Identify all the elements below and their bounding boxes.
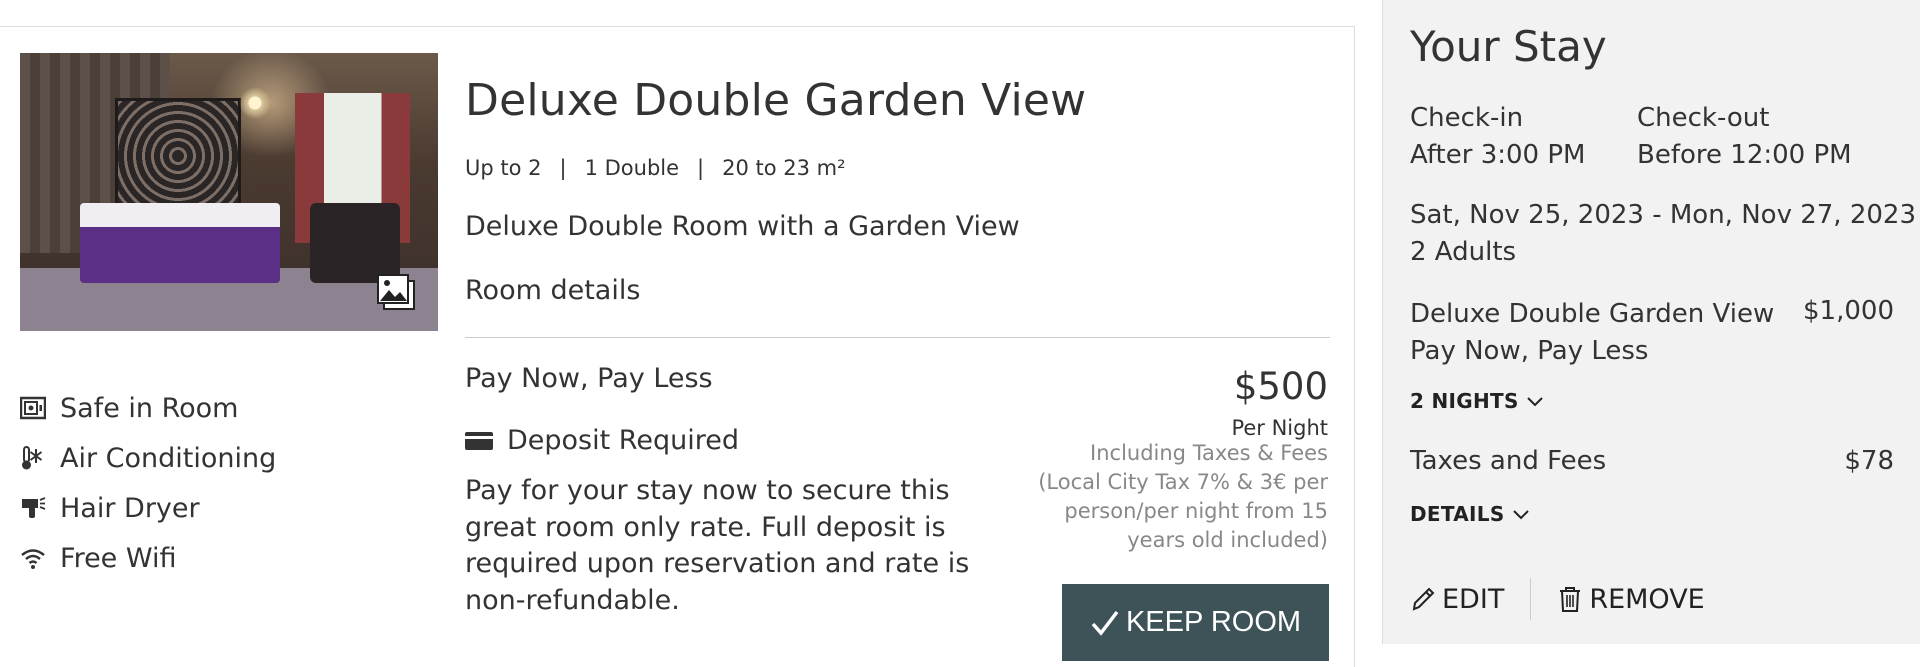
chevron-down-icon bbox=[1512, 510, 1529, 520]
stay-dates: Sat, Nov 25, 2023 - Mon, Nov 27, 2023 bbox=[1410, 200, 1916, 230]
details-toggle[interactable]: DETAILS bbox=[1410, 502, 1529, 526]
room-line: Deluxe Double Garden View Pay Now, Pay L… bbox=[1410, 296, 1774, 370]
remove-label: REMOVE bbox=[1589, 583, 1705, 615]
safe-icon bbox=[20, 396, 46, 420]
checkout-block: Check-out Before 12:00 PM bbox=[1637, 100, 1852, 174]
checkmark-icon bbox=[1091, 610, 1119, 636]
thermometer-snowflake-icon bbox=[22, 446, 43, 470]
price-block: $500 Per Night bbox=[1231, 365, 1328, 440]
pencil-icon bbox=[1412, 587, 1435, 611]
amenity-label: Hair Dryer bbox=[60, 492, 200, 524]
nights-toggle[interactable]: 2 NIGHTS bbox=[1410, 389, 1543, 413]
divider bbox=[465, 337, 1330, 338]
amenity-wifi: Free Wifi bbox=[20, 533, 276, 583]
amenity-safe: Safe in Room bbox=[20, 383, 276, 433]
credit-card-icon bbox=[465, 431, 493, 450]
guest-count: 2 Adults bbox=[1410, 237, 1517, 267]
gallery-icon[interactable] bbox=[376, 273, 416, 311]
hair-dryer-icon bbox=[22, 497, 46, 518]
tax-note: Including Taxes & Fees (Local City Tax 7… bbox=[1038, 441, 1328, 552]
stay-summary: Your Stay Check-in After 3:00 PM Check-o… bbox=[1382, 0, 1920, 644]
checkout-label: Check-out bbox=[1637, 103, 1770, 133]
photo-bed bbox=[80, 203, 280, 283]
edit-label: EDIT bbox=[1442, 583, 1505, 615]
room-details-link[interactable]: Room details bbox=[465, 275, 640, 306]
room-card: Safe in Room Air Conditioning Hair Dryer bbox=[0, 26, 1355, 667]
amenities-list: Safe in Room Air Conditioning Hair Dryer bbox=[20, 383, 276, 583]
amenity-label: Air Conditioning bbox=[60, 442, 277, 474]
stay-dates-block: Sat, Nov 25, 2023 - Mon, Nov 27, 2023 2 … bbox=[1410, 197, 1916, 271]
meta-separator: | bbox=[697, 156, 705, 180]
deposit-label: Deposit Required bbox=[507, 425, 739, 456]
details-toggle-label: DETAILS bbox=[1410, 502, 1505, 526]
meta-separator: | bbox=[559, 156, 567, 180]
amenity-hair-dryer: Hair Dryer bbox=[20, 483, 276, 533]
amenity-label: Free Wifi bbox=[60, 542, 177, 574]
price-amount: $500 bbox=[1233, 365, 1328, 408]
remove-button[interactable]: REMOVE bbox=[1557, 583, 1705, 615]
room-title: Deluxe Double Garden View bbox=[465, 75, 1087, 126]
taxes-price: $78 bbox=[1844, 446, 1894, 476]
summary-rate-name: Pay Now, Pay Less bbox=[1410, 336, 1649, 366]
keep-room-button[interactable]: KEEP ROOM bbox=[1062, 584, 1329, 661]
room-size: 20 to 23 m² bbox=[722, 156, 846, 180]
bed-type: 1 Double bbox=[584, 156, 680, 180]
room-description: Deluxe Double Room with a Garden View bbox=[465, 211, 1020, 242]
chevron-down-icon bbox=[1526, 397, 1543, 407]
photo-chandelier bbox=[240, 83, 270, 123]
checkout-value: Before 12:00 PM bbox=[1637, 140, 1852, 170]
summary-room-price: $1,000 bbox=[1803, 296, 1894, 326]
taxes-label: Taxes and Fees bbox=[1410, 446, 1607, 476]
summary-title: Your Stay bbox=[1410, 22, 1607, 71]
room-meta: Up to 2 | 1 Double | 20 to 23 m² bbox=[465, 156, 846, 180]
summary-actions: EDIT REMOVE bbox=[1410, 578, 1705, 620]
edit-button[interactable]: EDIT bbox=[1410, 584, 1504, 615]
checkin-label: Check-in bbox=[1410, 103, 1524, 133]
rate-name: Pay Now, Pay Less bbox=[465, 363, 713, 394]
price-per-night: Per Night bbox=[1231, 416, 1328, 440]
rate-description: Pay for your stay now to secure this gre… bbox=[465, 475, 970, 616]
photo-chair bbox=[310, 203, 400, 283]
trash-icon bbox=[1560, 587, 1581, 612]
room-photo[interactable] bbox=[20, 53, 438, 331]
occupancy: Up to 2 bbox=[465, 156, 542, 180]
nights-toggle-label: 2 NIGHTS bbox=[1410, 389, 1519, 413]
summary-room-name: Deluxe Double Garden View bbox=[1410, 299, 1775, 329]
photo-headboard bbox=[115, 98, 241, 214]
amenity-label: Safe in Room bbox=[60, 392, 239, 424]
keep-room-label: KEEP ROOM bbox=[1125, 606, 1302, 638]
checkin-value: After 3:00 PM bbox=[1410, 140, 1586, 170]
action-separator bbox=[1530, 578, 1532, 620]
checkin-block: Check-in After 3:00 PM bbox=[1410, 100, 1585, 174]
wifi-icon bbox=[21, 549, 45, 569]
amenity-air-conditioning: Air Conditioning bbox=[20, 433, 276, 483]
deposit-required: Deposit Required bbox=[465, 425, 739, 456]
